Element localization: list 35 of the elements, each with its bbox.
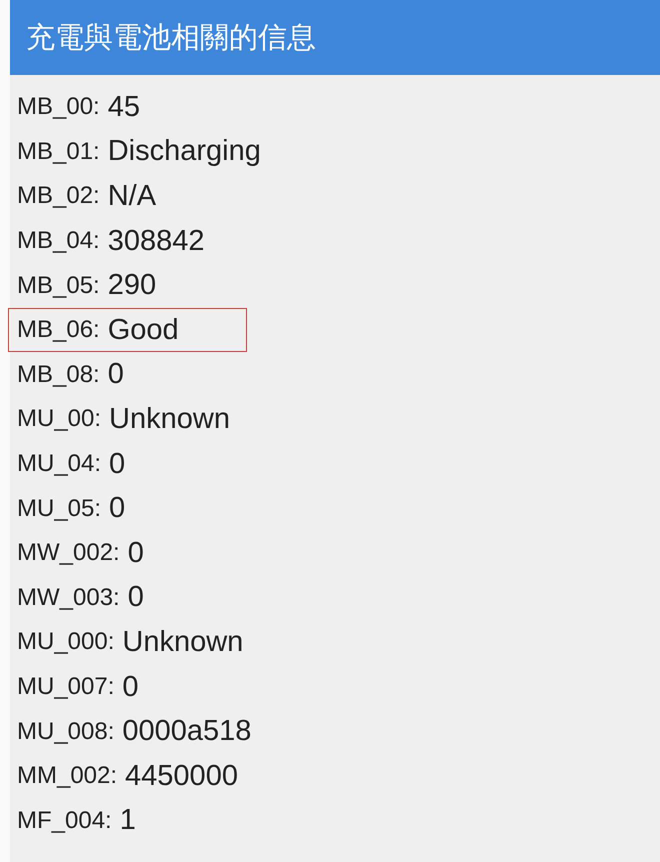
info-key: MU_007: [17, 673, 114, 702]
info-value: N/A [108, 180, 156, 213]
info-value: 0 [109, 492, 126, 526]
info-key: MW_002: [17, 539, 120, 568]
info-value: 4450000 [125, 760, 238, 793]
info-value: 290 [108, 269, 156, 302]
info-key: MW_003: [17, 584, 120, 612]
info-value: 0 [108, 358, 124, 392]
info-key: MU_00: [17, 405, 102, 434]
info-key: MU_05: [17, 494, 102, 523]
info-key: MB_00: [17, 93, 100, 122]
info-key: MB_01: [17, 138, 100, 166]
info-key: MU_008: [17, 718, 114, 746]
info-value: Unknown [109, 402, 230, 436]
info-value: 0000a518 [122, 715, 252, 748]
info-value: 0 [109, 448, 126, 481]
info-value: Discharging [108, 135, 261, 168]
info-key: MB_04: [17, 227, 100, 256]
info-key: MU_000: [17, 628, 114, 656]
info-value: 308842 [108, 224, 204, 258]
info-value: 0 [128, 536, 144, 570]
info-value: 45 [108, 90, 140, 124]
info-key: MB_02: [17, 182, 100, 210]
info-value: Good [108, 314, 179, 347]
info-value: 1 [120, 804, 136, 838]
info-key: MB_08: [17, 360, 100, 389]
info-key: MU_04: [17, 450, 102, 478]
info-value: 0 [122, 670, 139, 704]
info-value: 0 [128, 581, 144, 614]
info-key: MM_002: [17, 762, 118, 790]
info-key: MB_06: [17, 316, 100, 344]
screen-title: 充電與電池相關的信息 [26, 18, 316, 56]
info-value: Unknown [122, 626, 244, 659]
info-key: MF_004: [17, 806, 112, 835]
info-key: MB_05: [17, 272, 100, 300]
